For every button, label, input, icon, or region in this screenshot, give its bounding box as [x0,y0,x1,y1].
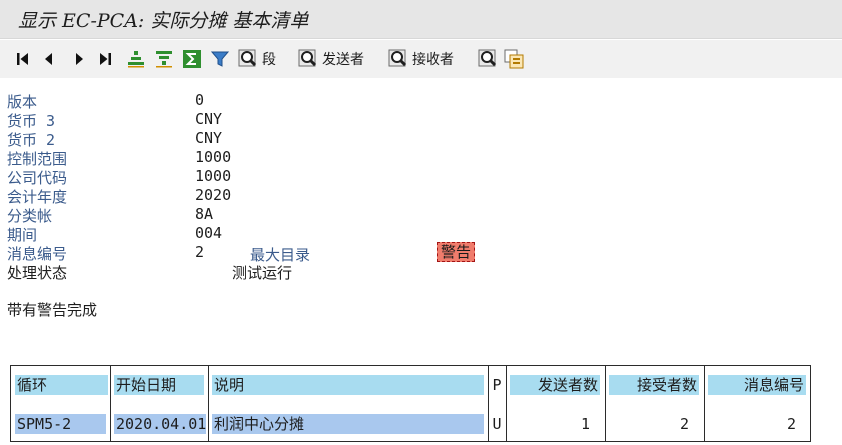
sender-button[interactable]: 发送者 [298,48,364,70]
layout-button[interactable] [504,48,526,70]
table-cell-description[interactable]: 利润中心分摊 [212,414,484,434]
next-page-icon [76,53,83,65]
filter-button[interactable] [210,48,230,70]
processing-status-value: 测试运行 [232,264,293,282]
currency3-value: CNY [195,110,223,128]
details-magnifier-icon [298,49,317,67]
segment-label: 段 [262,52,276,68]
previous-page-button[interactable] [40,48,58,70]
table-cell-sender-count[interactable]: 1 [510,414,598,434]
sum-icon [183,50,201,68]
company-code-value: 1000 [195,167,232,185]
page-title: 显示 EC-PCA: 实际分摊 基本清单 [18,10,309,32]
company-code-label: 公司代码 [7,169,68,187]
controlling-area-value: 1000 [195,148,232,166]
table-cell-cycle[interactable]: SPM5-2 [15,414,106,434]
warning-badge[interactable]: 警告 [437,242,475,262]
currency2-value: CNY [195,129,223,147]
controlling-area-label: 控制范围 [7,150,68,168]
layout-icon [504,49,524,69]
details-magnifier-icon [238,49,257,67]
completion-message: 带有警告完成 [7,301,98,319]
ledger-label: 分类帐 [7,207,53,225]
receiver-label: 接收者 [412,52,454,68]
column-header-description[interactable]: 说明 [212,375,484,395]
table-cell-start-date[interactable]: 2020.04.01 [114,414,206,434]
table-cell-message-number[interactable]: 2 [708,414,804,434]
sort-descending-icon [156,51,172,68]
title-bar: 显示 EC-PCA: 实际分摊 基本清单 [0,0,842,39]
detail-view-button[interactable] [478,48,500,70]
version-label: 版本 [7,93,38,111]
currency2-label: 货币 2 [7,131,56,149]
next-page-button[interactable] [70,48,88,70]
column-header-sender-count[interactable]: 发送者数 [510,375,600,395]
sort-ascending-button[interactable] [126,48,146,70]
column-header-message-number[interactable]: 消息编号 [708,375,806,395]
period-label: 期间 [7,226,38,244]
table-cell-p[interactable]: U [490,414,504,434]
period-value: 004 [195,224,223,242]
filter-icon [210,51,230,67]
message-number-label: 消息编号 [7,245,68,263]
column-header-receiver-count[interactable]: 接受者数 [609,375,699,395]
last-page-button[interactable] [96,48,114,70]
first-page-icon [17,53,28,65]
details-magnifier-icon [478,49,497,67]
processing-status-label: 处理状态 [7,264,68,282]
fiscal-year-value: 2020 [195,186,232,204]
cycle-results-table: 循环 开始日期 说明 P 发送者数 接受者数 消息编号 SPM5-2 2020.… [10,365,811,442]
message-number-value: 2 [195,243,205,261]
sort-ascending-icon [128,51,144,68]
column-header-cycle[interactable]: 循环 [15,375,108,395]
total-button[interactable] [182,48,202,70]
currency3-label: 货币 3 [7,112,56,130]
ledger-value: 8A [195,205,214,223]
column-header-p[interactable]: P [490,375,504,395]
sort-descending-button[interactable] [154,48,174,70]
receiver-button[interactable]: 接收者 [388,48,454,70]
version-value: 0 [195,91,205,109]
column-header-start-date[interactable]: 开始日期 [114,375,204,395]
application-toolbar: 段 发送者 接收者 [0,40,842,78]
table-cell-receiver-count[interactable]: 2 [609,414,697,434]
previous-page-icon [45,53,52,65]
last-page-icon [100,53,111,65]
sender-label: 发送者 [322,52,364,68]
first-page-button[interactable] [14,48,32,70]
fiscal-year-label: 会计年度 [7,188,68,206]
details-magnifier-icon [388,49,407,67]
segment-button[interactable]: 段 [238,48,276,70]
